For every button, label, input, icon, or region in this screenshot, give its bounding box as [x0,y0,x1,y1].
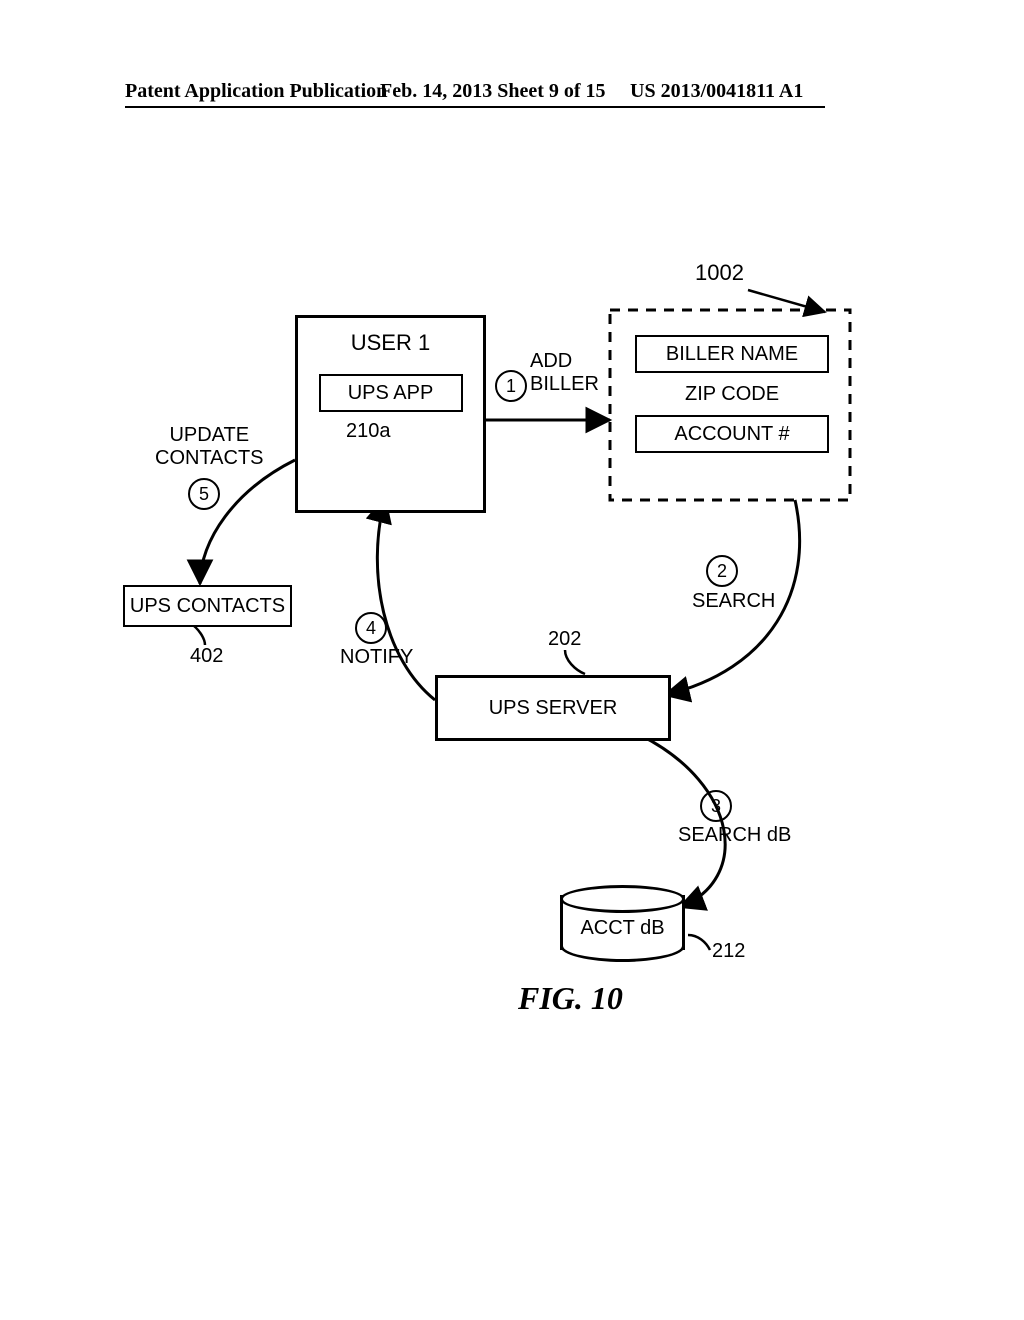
diagram-stage: 1002 USER 1 UPS APP 210a 1 ADD BILLER BI… [0,0,1024,1320]
figure-caption: FIG. 10 [518,980,623,1017]
ups-app-label: UPS APP [348,382,434,405]
account-label: ACCOUNT # [674,423,789,446]
biller-name-label: BILLER NAME [666,343,798,366]
step3-circle: 3 [700,790,732,822]
step4-circle: 4 [355,612,387,644]
ups-app-bar: UPS APP [319,374,463,412]
step1-label: ADD BILLER [530,350,599,396]
acct-db-cylinder: ACCT dB [560,885,685,965]
ups-contacts-label: UPS CONTACTS [130,595,285,618]
step3-label: SEARCH dB [678,824,791,847]
zip-code-label: ZIP CODE [685,383,779,406]
account-field: ACCOUNT # [635,415,829,453]
acct-db-label: ACCT dB [560,917,685,940]
step2-circle: 2 [706,555,738,587]
user1-ref: 210a [346,420,391,443]
step5-label: UPDATE CONTACTS [155,424,264,470]
step2-label: SEARCH [692,590,775,613]
form-ref: 1002 [695,260,744,286]
step4-label: NOTIFY [340,646,413,669]
step1-circle: 1 [495,370,527,402]
user1-box: USER 1 UPS APP [295,315,486,513]
ups-contacts-ref: 402 [190,645,223,668]
acct-db-ref: 212 [712,940,745,963]
ups-server-ref: 202 [548,628,581,651]
biller-name-field: BILLER NAME [635,335,829,373]
connectors [0,0,1024,1320]
ups-server-label: UPS SERVER [489,697,618,720]
step5-circle: 5 [188,478,220,510]
ups-server-box: UPS SERVER [435,675,671,741]
ups-contacts-box: UPS CONTACTS [123,585,292,627]
user1-title: USER 1 [298,330,483,356]
